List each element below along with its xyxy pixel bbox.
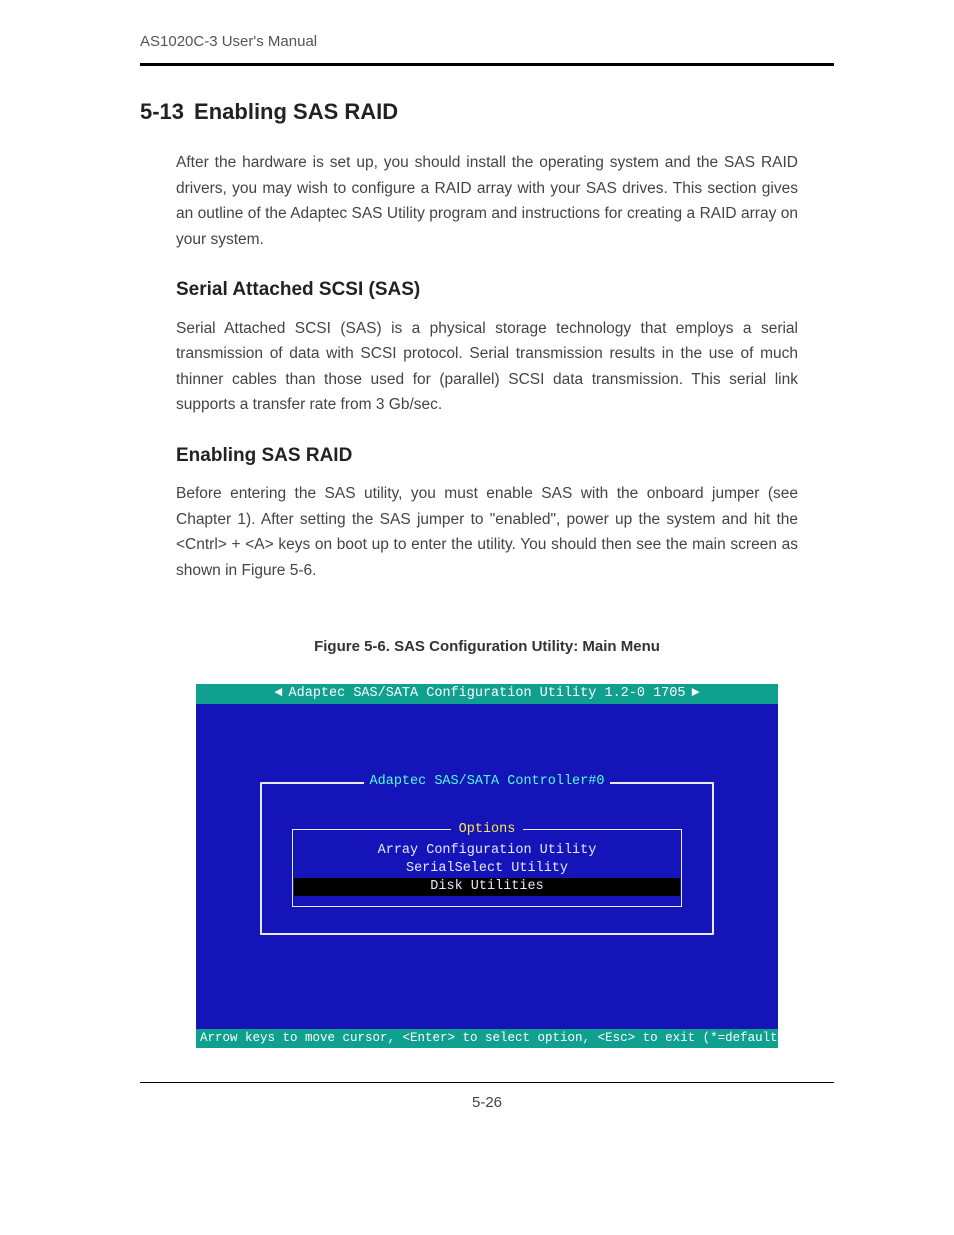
left-arrow-icon: ◄ (268, 686, 288, 701)
controller-panel-title: Adaptec SAS/SATA Controller#0 (262, 774, 712, 790)
bios-statusbar: Arrow keys to move cursor, <Enter> to se… (196, 1029, 778, 1048)
figure-image: ◄Adaptec SAS/SATA Configuration Utility … (176, 684, 798, 1048)
options-label: Options (293, 822, 681, 838)
bios-titlebar: ◄Adaptec SAS/SATA Configuration Utility … (196, 684, 778, 704)
bios-upper-space (196, 704, 778, 782)
menu-item-serialselect[interactable]: SerialSelect Utility (293, 860, 681, 878)
menu-item-disk-utilities[interactable]: Disk Utilities (294, 878, 680, 896)
menu-item-array-config[interactable]: Array Configuration Utility (293, 842, 681, 860)
paragraph-enable-raid: Before entering the SAS utility, you mus… (176, 481, 798, 583)
subheading-enable-raid: Enabling SAS RAID (176, 440, 798, 471)
bios-title-text: Adaptec SAS/SATA Configuration Utility 1… (289, 686, 686, 701)
right-arrow-icon: ► (685, 686, 705, 701)
header-rule (140, 63, 834, 66)
section-number: 5-13 (140, 99, 184, 124)
bios-screen: ◄Adaptec SAS/SATA Configuration Utility … (196, 684, 778, 1048)
figure-caption: Figure 5-6. SAS Configuration Utility: M… (140, 635, 834, 660)
controller-panel: Adaptec SAS/SATA Controller#0 Options Ar… (260, 782, 714, 935)
intro-paragraph: After the hardware is set up, you should… (176, 150, 798, 252)
paragraph-sas: Serial Attached SCSI (SAS) is a physical… (176, 316, 798, 418)
options-panel: Options Array Configuration Utility Seri… (292, 829, 682, 908)
subheading-sas: Serial Attached SCSI (SAS) (176, 274, 798, 305)
bios-lower-space (196, 935, 778, 1029)
section-heading: 5-13 Enabling SAS RAID (140, 94, 834, 130)
footer-rule (140, 1082, 834, 1083)
page-number: 5-26 (140, 1091, 834, 1116)
running-head: AS1020C-3 User's Manual (140, 30, 834, 55)
section-title: Enabling SAS RAID (194, 99, 398, 124)
